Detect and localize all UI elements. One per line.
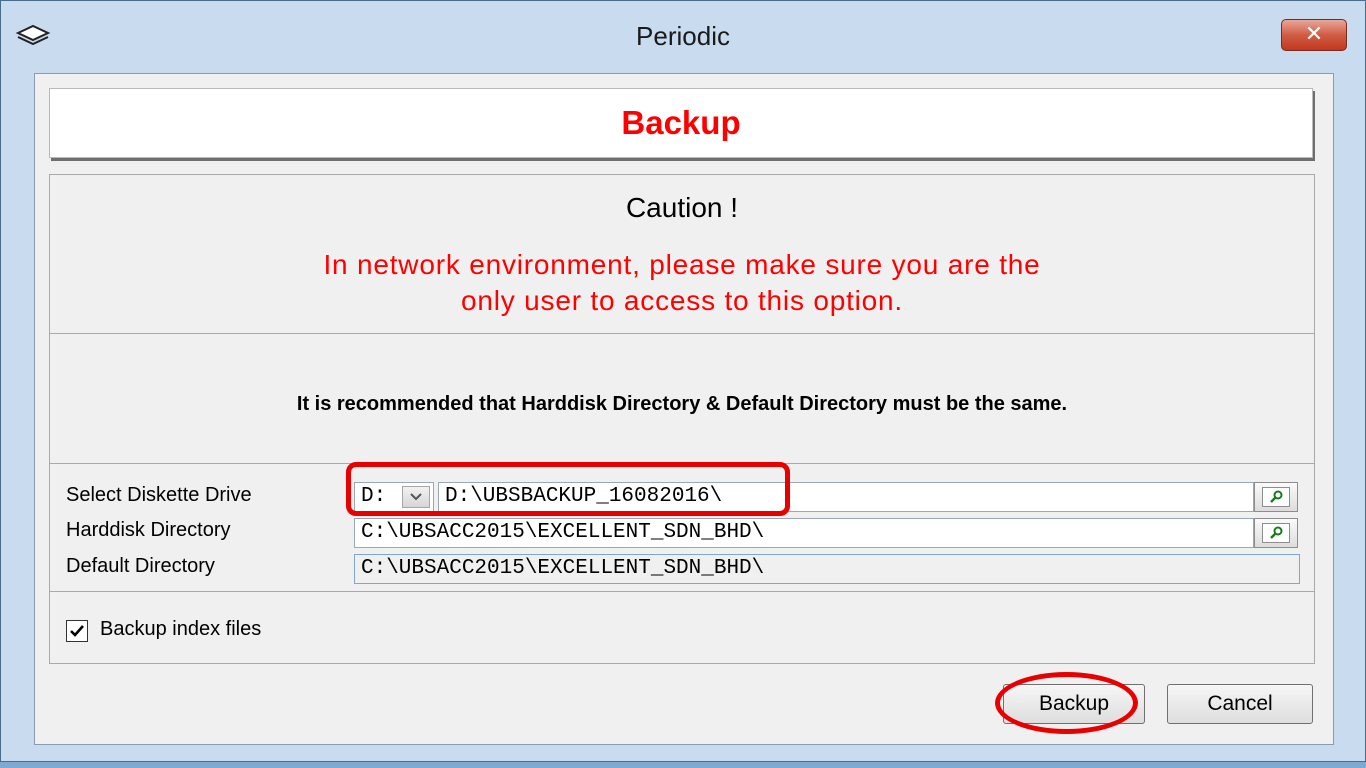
caution-line-2: only user to access to this option.: [461, 285, 903, 316]
dialog-heading: Backup: [621, 104, 741, 141]
recommendation-text: It is recommended that Harddisk Director…: [296, 393, 1068, 415]
backup-button[interactable]: Backup: [1003, 684, 1145, 724]
harddisk-directory-input[interactable]: C:\UBSACC2015\EXCELLENT_SDN_BHD\: [354, 518, 1254, 548]
caution-title: Caution !: [625, 192, 739, 223]
checkmark-icon: [70, 625, 84, 637]
directory-panel: Select Diskette Drive D: D:\UBSBACKUP_16…: [49, 464, 1315, 592]
backup-index-label[interactable]: Backup index files: [100, 618, 261, 641]
default-directory-label: Default Directory: [66, 555, 215, 577]
periodic-window: Periodic ✕ Backup Caution ! In network e…: [0, 0, 1366, 762]
cancel-button[interactable]: Cancel: [1167, 684, 1313, 724]
diskette-drive-value: D:: [361, 485, 387, 508]
search-icon: [1262, 487, 1290, 507]
close-button[interactable]: ✕: [1281, 19, 1347, 51]
title-bar[interactable]: Periodic ✕: [1, 1, 1365, 71]
default-directory-field: C:\UBSACC2015\EXCELLENT_SDN_BHD\: [354, 554, 1300, 584]
caution-line-1: In network environment, please make sure…: [323, 249, 1041, 280]
backup-index-checkbox[interactable]: [66, 620, 88, 642]
chevron-down-icon[interactable]: [402, 486, 430, 508]
window-title: Periodic: [636, 21, 730, 51]
diskette-path-input[interactable]: D:\UBSBACKUP_16082016\: [438, 482, 1254, 512]
browse-diskette-button[interactable]: [1254, 482, 1298, 512]
dialog-body: Backup Caution ! In network environment,…: [34, 73, 1334, 745]
search-icon: [1262, 523, 1290, 543]
harddisk-directory-label: Harddisk Directory: [66, 519, 231, 541]
diskette-drive-label: Select Diskette Drive: [66, 484, 252, 506]
header-panel: Backup: [49, 88, 1313, 158]
close-icon: ✕: [1304, 22, 1324, 47]
caution-panel: Caution ! In network environment, please…: [49, 174, 1315, 334]
caution-message: In network environment, please make sure…: [50, 247, 1314, 319]
options-panel: Backup index files: [49, 592, 1315, 664]
diskette-drive-select[interactable]: D:: [354, 482, 434, 512]
recommendation-panel: It is recommended that Harddisk Director…: [49, 334, 1315, 464]
browse-harddisk-button[interactable]: [1254, 518, 1298, 548]
